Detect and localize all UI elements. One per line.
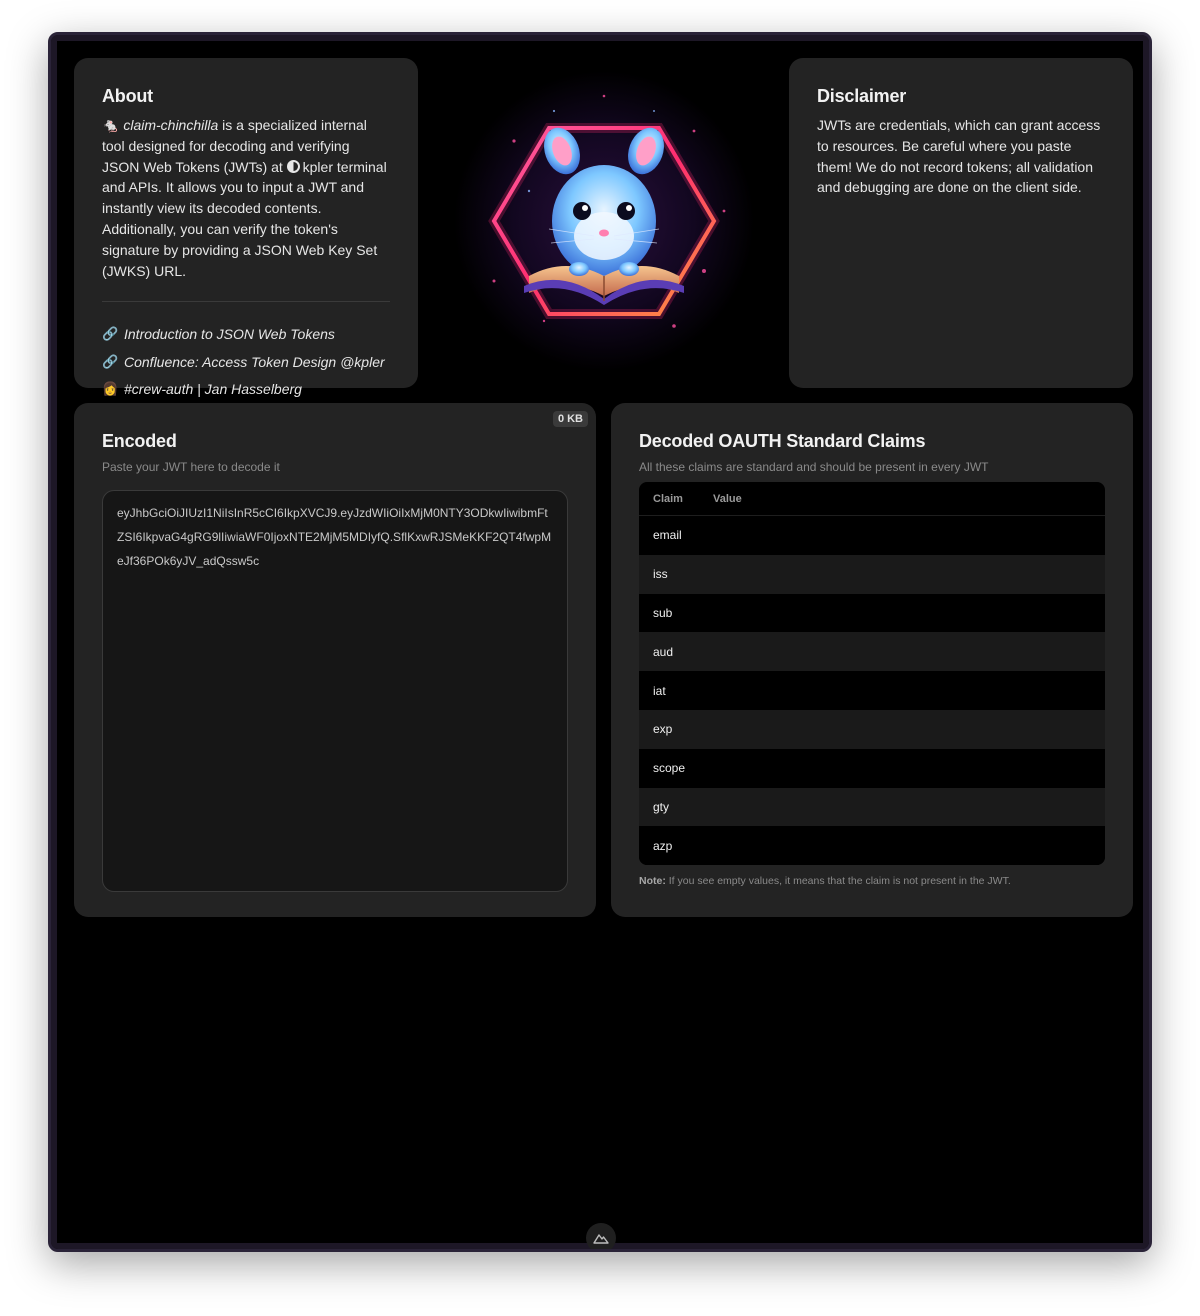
page-content: About 🐁 claim-chinchilla is a specialize… bbox=[57, 41, 1143, 1249]
chinchilla-reading-illustration bbox=[454, 71, 754, 371]
kpler-logo-icon bbox=[286, 159, 300, 173]
decoded-card: Decoded OAUTH Standard Claims All these … bbox=[611, 403, 1133, 917]
claim-name: exp bbox=[653, 722, 673, 737]
link-label[interactable]: #crew-auth | Jan Hasselberg bbox=[124, 381, 302, 397]
disclaimer-card: Disclaimer JWTs are credentials, which c… bbox=[789, 58, 1133, 388]
table-row: iat bbox=[639, 671, 1105, 710]
about-desc-part2: terminal and APIs. It allows you to inpu… bbox=[102, 158, 387, 279]
claims-table-header: Claim Value bbox=[639, 482, 1105, 516]
size-badge: 0 KB bbox=[552, 411, 588, 427]
table-row: sub bbox=[639, 593, 1105, 633]
claim-name: scope bbox=[653, 761, 686, 776]
person-icon: 👩 bbox=[102, 381, 119, 397]
company-name: kpler bbox=[302, 158, 333, 175]
app-window: About 🐁 claim-chinchilla is a specialize… bbox=[48, 32, 1152, 1252]
chinchilla-icon: 🐁 bbox=[102, 117, 120, 133]
claim-name: iat bbox=[653, 683, 666, 698]
claim-name: gty bbox=[653, 799, 670, 814]
table-row: exp bbox=[639, 709, 1105, 749]
tool-name: claim-chinchilla bbox=[123, 117, 219, 133]
table-row: scope bbox=[639, 748, 1105, 788]
link-label[interactable]: Confluence: Access Token Design @kpler bbox=[124, 354, 385, 370]
claim-name: iss bbox=[653, 567, 668, 582]
claim-name: azp bbox=[653, 838, 673, 853]
encoded-title: Encoded bbox=[102, 431, 177, 451]
disclaimer-title: Disclaimer bbox=[817, 86, 907, 106]
table-row: azp bbox=[639, 826, 1105, 866]
link-intro-jwt[interactable]: 🔗 Introduction to JSON Web Tokens bbox=[102, 320, 390, 348]
link-icon: 🔗 bbox=[102, 353, 119, 369]
disclaimer-text: JWTs are credentials, which can grant ac… bbox=[817, 117, 1101, 196]
about-card: About 🐁 claim-chinchilla is a specialize… bbox=[74, 58, 418, 397]
decoded-subtitle: All these claims are standard and should… bbox=[639, 460, 989, 474]
claims-table-body: email iss sub aud iat exp scope gty azp bbox=[639, 516, 1105, 866]
encoded-subtitle: Paste your JWT here to decode it bbox=[102, 460, 280, 474]
claims-note: Note: If you see empty values, it means … bbox=[639, 875, 1105, 887]
note-text: If you see empty values, it means that t… bbox=[665, 875, 1011, 888]
claims-table: Claim Value email iss sub aud iat exp sc… bbox=[639, 482, 1105, 866]
note-label: Note: bbox=[639, 875, 666, 888]
mountain-logo-icon bbox=[593, 1234, 609, 1244]
about-divider bbox=[102, 301, 390, 303]
encoded-card: 0 KB Encoded Paste your JWT here to deco… bbox=[74, 403, 596, 917]
link-crew-auth[interactable]: 👩 #crew-auth | Jan Hasselberg bbox=[102, 375, 390, 403]
header-claim: Claim bbox=[653, 492, 683, 505]
claim-name: sub bbox=[653, 605, 673, 620]
footer-logo-button[interactable] bbox=[586, 1223, 616, 1249]
claim-name: aud bbox=[653, 644, 674, 659]
about-title: About bbox=[102, 86, 153, 106]
table-row: aud bbox=[639, 632, 1105, 672]
claim-name: email bbox=[653, 528, 682, 543]
table-row: gty bbox=[639, 787, 1105, 827]
header-value: Value bbox=[713, 492, 742, 505]
about-description: 🐁 claim-chinchilla is a specialized inte… bbox=[102, 115, 390, 281]
table-row: iss bbox=[639, 554, 1105, 594]
hero-illustration bbox=[433, 41, 775, 401]
link-label[interactable]: Introduction to JSON Web Tokens bbox=[124, 326, 335, 342]
link-confluence[interactable]: 🔗 Confluence: Access Token Design @kpler bbox=[102, 348, 390, 376]
link-icon: 🔗 bbox=[102, 326, 119, 342]
decoded-title: Decoded OAUTH Standard Claims bbox=[639, 431, 926, 451]
table-row: email bbox=[639, 516, 1105, 555]
jwt-input[interactable]: eyJhbGciOiJIUzI1NiIsInR5cCI6IkpXVCJ9.eyJ… bbox=[102, 490, 568, 892]
